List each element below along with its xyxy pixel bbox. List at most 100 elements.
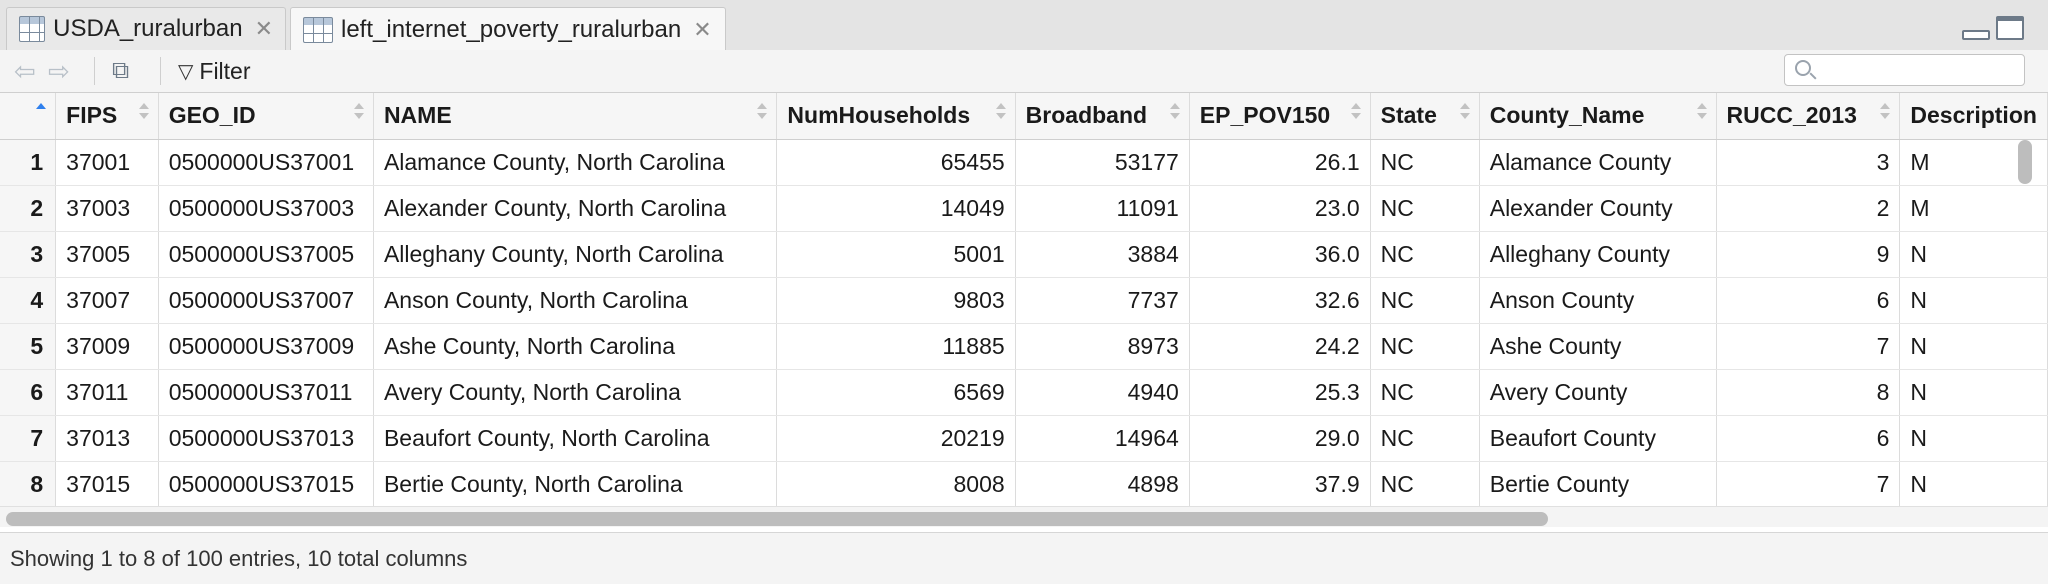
row-number-header[interactable] bbox=[0, 93, 57, 140]
table-cell: Anson County bbox=[1479, 277, 1717, 324]
table-cell: 9803 bbox=[776, 277, 1016, 324]
table-cell: 37003 bbox=[55, 185, 159, 232]
column-header-rucc-2013[interactable]: RUCC_2013 bbox=[1716, 93, 1901, 140]
sort-icon bbox=[353, 101, 365, 123]
table-cell: NC bbox=[1370, 185, 1480, 232]
table-cell: Bertie County bbox=[1479, 461, 1717, 506]
sort-ascending-icon bbox=[35, 101, 47, 123]
row-number: 1 bbox=[0, 139, 57, 186]
row-number: 7 bbox=[0, 415, 57, 462]
column-header-ep-pov150[interactable]: EP_POV150 bbox=[1189, 93, 1371, 140]
sort-icon bbox=[138, 101, 150, 123]
table-cell: 7737 bbox=[1015, 277, 1190, 324]
table-cell: Alamance County bbox=[1479, 139, 1717, 186]
table-cell: 32.6 bbox=[1189, 277, 1371, 324]
data-grid: FIPS GEO_ID NAME NumHouseholds Broadband… bbox=[0, 93, 2048, 506]
table-cell: 7 bbox=[1716, 323, 1901, 370]
table-cell: 23.0 bbox=[1189, 185, 1371, 232]
row-number: 8 bbox=[0, 461, 57, 506]
row-number: 4 bbox=[0, 277, 57, 324]
table-cell: 37011 bbox=[55, 369, 159, 416]
table-cell: 6569 bbox=[776, 369, 1016, 416]
table-cell: 0500000US37001 bbox=[158, 139, 374, 186]
search-box[interactable] bbox=[1784, 54, 2025, 86]
sort-icon bbox=[1350, 101, 1362, 123]
table-cell: 4898 bbox=[1015, 461, 1190, 506]
table-row[interactable]: 1 37001 0500000US37001 Alamance County, Nor… bbox=[0, 139, 2048, 186]
column-header-name[interactable]: NAME bbox=[373, 93, 778, 140]
table-cell: 4940 bbox=[1015, 369, 1190, 416]
table-cell: NC bbox=[1370, 415, 1480, 462]
column-header-numhouseholds[interactable]: NumHouseholds bbox=[776, 93, 1016, 140]
table-cell: 14049 bbox=[776, 185, 1016, 232]
table-cell: 37015 bbox=[55, 461, 159, 506]
status-bar: Showing 1 to 8 of 100 entries, 10 total … bbox=[0, 532, 2048, 584]
table-row[interactable]: 2 37003 0500000US37003 Alexander County, No… bbox=[0, 185, 2048, 232]
tab-usda-ruralurban[interactable]: USDA_ruralurban ✕ bbox=[6, 7, 286, 50]
table-cell: 14964 bbox=[1015, 415, 1190, 462]
row-number: 3 bbox=[0, 231, 57, 278]
forward-arrow-icon[interactable]: ⇨ bbox=[48, 57, 70, 85]
toolbar-divider bbox=[160, 57, 161, 85]
table-cell: 2 bbox=[1716, 185, 1901, 232]
table-cell: N bbox=[1899, 323, 2048, 370]
column-header-geo-id[interactable]: GEO_ID bbox=[158, 93, 374, 140]
close-icon[interactable]: ✕ bbox=[693, 17, 711, 43]
sort-icon bbox=[1169, 101, 1181, 123]
column-header-label: County_Name bbox=[1489, 102, 1645, 129]
minimize-pane-icon[interactable] bbox=[1962, 30, 1990, 40]
table-row[interactable]: 7 37013 0500000US37013 Beaufort County, Nor… bbox=[0, 415, 2048, 462]
table-cell: 0500000US37009 bbox=[158, 323, 374, 370]
table-cell: 29.0 bbox=[1189, 415, 1371, 462]
table-cell: 37007 bbox=[55, 277, 159, 324]
table-row[interactable]: 3 37005 0500000US37005 Alleghany County, No… bbox=[0, 231, 2048, 278]
table-row[interactable]: 6 37011 0500000US37011 Avery County, North … bbox=[0, 369, 2048, 416]
column-header-label: NAME bbox=[383, 102, 452, 129]
table-cell: Avery County, North Carolina bbox=[373, 369, 778, 416]
table-icon bbox=[19, 16, 46, 42]
table-cell: Anson County, North Carolina bbox=[373, 277, 778, 324]
column-header-description[interactable]: Description bbox=[1899, 93, 2048, 140]
table-cell: 5001 bbox=[776, 231, 1016, 278]
back-arrow-icon[interactable]: ⇦ bbox=[14, 57, 36, 85]
table-cell: 65455 bbox=[776, 139, 1016, 186]
filter-label: Filter bbox=[199, 57, 251, 84]
filter-button[interactable]: ▽ Filter bbox=[178, 56, 251, 86]
column-header-broadband[interactable]: Broadband bbox=[1015, 93, 1190, 140]
row-number: 5 bbox=[0, 323, 57, 370]
column-header-label: State bbox=[1380, 102, 1437, 129]
sort-icon bbox=[756, 101, 768, 123]
column-header-county-name[interactable]: County_Name bbox=[1479, 93, 1717, 140]
table-cell: 8973 bbox=[1015, 323, 1190, 370]
table-cell: Alexander County, North Carolina bbox=[373, 185, 778, 232]
horizontal-scrollbar-track bbox=[0, 506, 2048, 527]
table-cell: 25.3 bbox=[1189, 369, 1371, 416]
table-cell: 0500000US37015 bbox=[158, 461, 374, 506]
table-cell: 11091 bbox=[1015, 185, 1190, 232]
maximize-pane-icon[interactable] bbox=[1996, 16, 2024, 40]
table-cell: N bbox=[1899, 369, 2048, 416]
table-cell: NC bbox=[1370, 231, 1480, 278]
search-input[interactable] bbox=[1825, 57, 2019, 85]
table-cell: 3 bbox=[1716, 139, 1901, 186]
column-header-fips[interactable]: FIPS bbox=[55, 93, 159, 140]
table-cell: 36.0 bbox=[1189, 231, 1371, 278]
horizontal-scrollbar[interactable] bbox=[6, 512, 1548, 526]
table-cell: Ashe County, North Carolina bbox=[373, 323, 778, 370]
table-row[interactable]: 5 37009 0500000US37009 Ashe County, North C… bbox=[0, 323, 2048, 370]
column-header-label: EP_POV150 bbox=[1199, 102, 1331, 129]
table-row[interactable]: 8 37015 0500000US37015 Bertie County, North… bbox=[0, 461, 2048, 506]
column-header-label: Broadband bbox=[1025, 102, 1148, 129]
close-icon[interactable]: ✕ bbox=[255, 16, 273, 42]
column-header-state[interactable]: State bbox=[1370, 93, 1480, 140]
table-cell: 0500000US37013 bbox=[158, 415, 374, 462]
vertical-scrollbar[interactable] bbox=[2018, 140, 2032, 184]
table-cell: Alamance County, North Carolina bbox=[373, 139, 778, 186]
sort-icon bbox=[1879, 101, 1891, 123]
tab-left-internet-poverty-ruralurban[interactable]: left_internet_poverty_ruralurban ✕ bbox=[290, 7, 726, 51]
table-cell: 0500000US37007 bbox=[158, 277, 374, 324]
open-in-window-icon[interactable]: ⧉ bbox=[112, 57, 129, 85]
column-header-label: NumHouseholds bbox=[787, 102, 971, 129]
table-row[interactable]: 4 37007 0500000US37007 Anson County, North … bbox=[0, 277, 2048, 324]
sort-icon bbox=[995, 101, 1007, 123]
